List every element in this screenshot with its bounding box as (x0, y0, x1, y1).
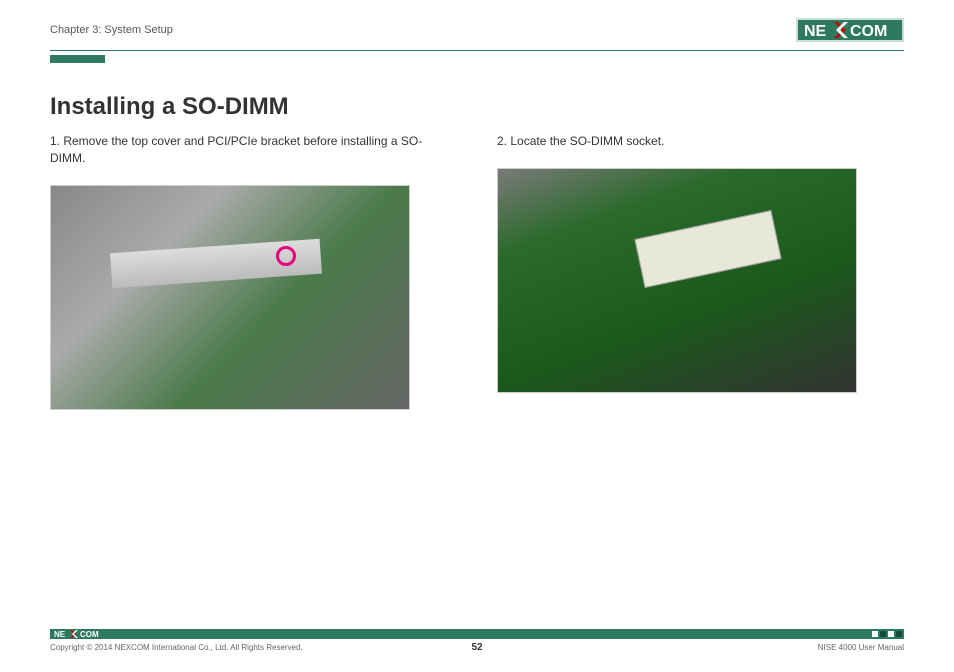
content-columns: 1. Remove the top cover and PCI/PCIe bra… (50, 133, 904, 410)
logo-text-ne: NE (804, 23, 827, 40)
step-1-photo (50, 185, 410, 410)
svg-text:COM: COM (80, 630, 99, 639)
footer-text-row: Copyright © 2014 NEXCOM International Co… (50, 643, 904, 652)
footer-decoration-icon (872, 631, 904, 637)
pci-bracket-graphic (110, 238, 322, 288)
column-left: 1. Remove the top cover and PCI/PCIe bra… (50, 133, 457, 410)
logo-text-com: COM (850, 23, 887, 40)
main-content: Installing a SO-DIMM 1. Remove the top c… (0, 63, 954, 410)
manual-name: NISE 4000 User Manual (818, 643, 904, 652)
header-accent-bar (50, 55, 105, 63)
page-title: Installing a SO-DIMM (50, 93, 904, 121)
footer-bar: NE COM (50, 629, 904, 639)
svg-text:NE: NE (54, 630, 66, 639)
step-2-photo (497, 168, 857, 393)
page-footer: NE COM Copyright © 2014 NEXCOM Internati… (0, 629, 954, 652)
page-header: Chapter 3: System Setup NE COM (0, 0, 954, 48)
nexcom-logo: NE COM (796, 18, 904, 42)
column-right: 2. Locate the SO-DIMM socket. (497, 133, 904, 410)
chapter-label: Chapter 3: System Setup (50, 24, 173, 36)
copyright-text: Copyright © 2014 NEXCOM International Co… (50, 643, 303, 652)
step-1-text: 1. Remove the top cover and PCI/PCIe bra… (50, 133, 457, 167)
sodimm-socket-graphic (634, 210, 781, 288)
page-number: 52 (471, 642, 482, 653)
footer-logo: NE COM (50, 629, 112, 639)
step-2-text: 2. Locate the SO-DIMM socket. (497, 133, 904, 150)
